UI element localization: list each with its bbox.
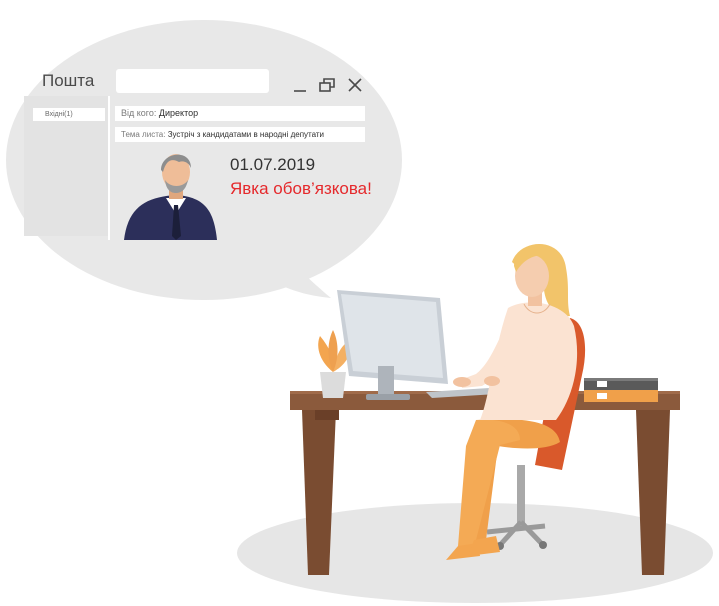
from-field: Від кого: Директор [115, 106, 365, 121]
mail-date: 01.07.2019 [230, 155, 316, 174]
close-icon[interactable] [346, 76, 364, 94]
from-value: Директор [158, 108, 199, 118]
subject-label: Тема листа: [121, 130, 166, 139]
search-input[interactable] [116, 69, 269, 93]
restore-icon[interactable] [318, 76, 336, 94]
inbox-folder[interactable]: Вхідні(1) [33, 108, 105, 121]
mail-notice: Явка обов’язкова! [230, 179, 372, 198]
app-title: Пошта [42, 71, 95, 90]
minimize-icon[interactable] [291, 76, 309, 94]
speech-bubble [6, 20, 402, 300]
from-label: Від кого: [121, 108, 157, 118]
subject-value: Зустріч з кандидатами в народні депутати [167, 130, 325, 139]
binders [584, 378, 658, 402]
subject-field: Тема листа: Зустріч з кандидатами в наро… [115, 127, 365, 142]
